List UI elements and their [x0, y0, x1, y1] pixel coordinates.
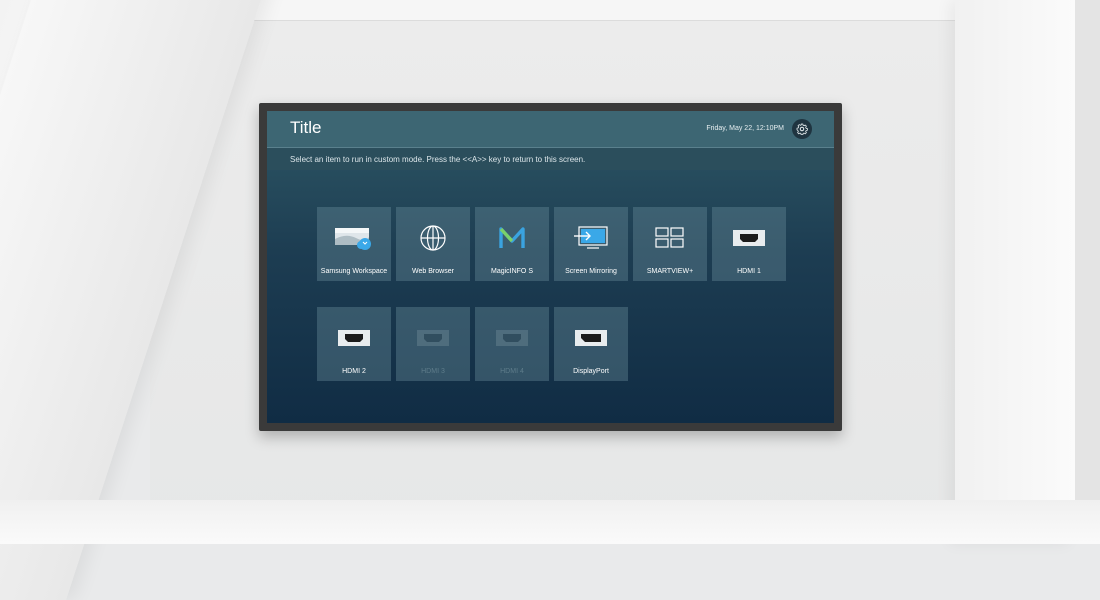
date-time: Friday, May 22, 12:10PM	[706, 125, 784, 132]
hdmi-icon	[712, 221, 786, 255]
tv-screen: Title Friday, May 22, 12:10PM Select an …	[267, 111, 834, 423]
hdmi-icon	[396, 321, 470, 355]
hdmi-icon	[317, 321, 391, 355]
room-floor	[0, 500, 1100, 544]
tile-label: DisplayPort	[573, 368, 609, 375]
instructions-bar: Select an item to run in custom mode. Pr…	[267, 148, 834, 170]
tile-samsung-workspace[interactable]: Samsung Workspace	[317, 207, 391, 281]
tile-hdmi-2[interactable]: HDMI 2	[317, 307, 391, 381]
screen-mirroring-icon	[554, 221, 628, 255]
header-bar: Title Friday, May 22, 12:10PM	[267, 111, 834, 148]
tile-label: SMARTVIEW+	[646, 268, 694, 275]
globe-icon	[396, 221, 470, 255]
tile-label: Web Browser	[412, 268, 454, 275]
samsung-workspace-icon	[317, 221, 391, 255]
tile-magicinfo[interactable]: MagicINFO S	[475, 207, 549, 281]
room-right-edge	[1075, 0, 1100, 544]
gear-icon	[796, 123, 808, 135]
tile-label: HDMI 4	[500, 368, 524, 375]
tile-screen-mirroring[interactable]: Screen Mirroring	[554, 207, 628, 281]
tile-hdmi-1[interactable]: HDMI 1	[712, 207, 786, 281]
room-ceiling	[205, 0, 955, 21]
tile-hdmi-4: HDMI 4	[475, 307, 549, 381]
tv-display: Title Friday, May 22, 12:10PM Select an …	[259, 103, 842, 431]
tile-label: Screen Mirroring	[565, 268, 617, 275]
tile-web-browser[interactable]: Web Browser	[396, 207, 470, 281]
page-title: Title	[290, 118, 322, 137]
tile-label: HDMI 3	[421, 368, 445, 375]
tile-label: HDMI 2	[342, 368, 366, 375]
tile-smartview[interactable]: SMARTVIEW+	[633, 207, 707, 281]
tile-label: MagicINFO S	[490, 268, 533, 275]
room-right-panel	[955, 0, 1075, 544]
smartview-icon	[633, 221, 707, 255]
displayport-icon	[554, 321, 628, 355]
tile-displayport[interactable]: DisplayPort	[554, 307, 628, 381]
tile-hdmi-3: HDMI 3	[396, 307, 470, 381]
tile-label: Samsung Workspace	[320, 268, 388, 275]
instructions-text: Select an item to run in custom mode. Pr…	[290, 155, 586, 164]
tile-label: HDMI 1	[737, 268, 761, 275]
settings-button[interactable]	[792, 119, 812, 139]
hdmi-icon	[475, 321, 549, 355]
magicinfo-icon	[475, 221, 549, 255]
source-grid: Samsung Workspace Web Browser MagicINFO …	[317, 207, 786, 381]
